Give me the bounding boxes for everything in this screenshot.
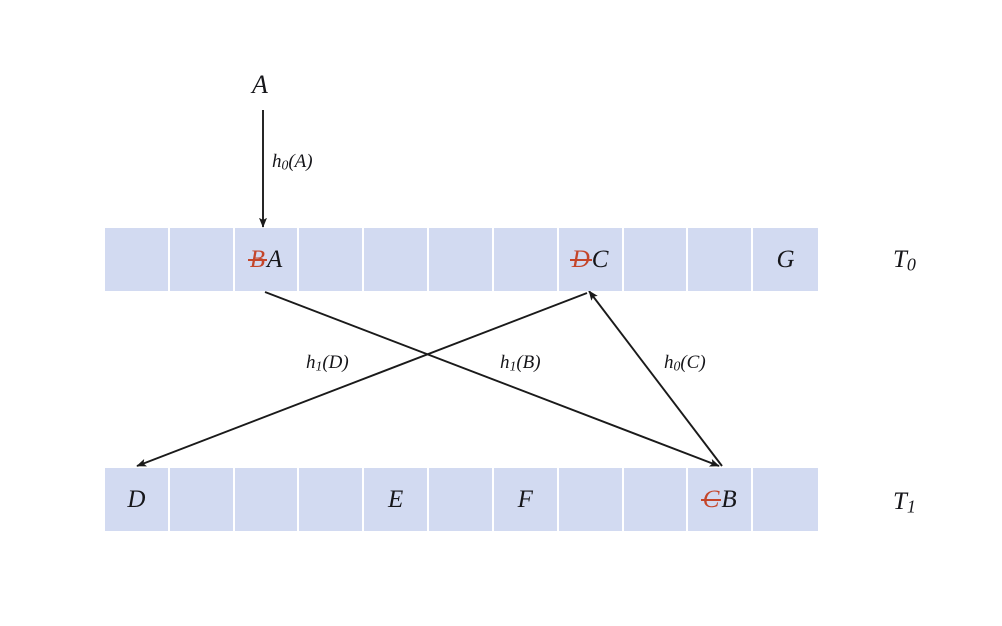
incoming-key-label: A xyxy=(252,70,268,99)
cell-key: C xyxy=(591,246,609,273)
struck-key: D xyxy=(571,246,590,273)
hash-table-t0: BA DC G xyxy=(105,228,818,291)
table-cell[interactable] xyxy=(493,228,559,291)
cell-key: D xyxy=(127,486,146,513)
arrow-layer xyxy=(136,110,723,467)
table-cell[interactable] xyxy=(623,228,689,291)
table-cell[interactable] xyxy=(105,228,170,291)
cell-text: CB xyxy=(703,487,737,512)
table-cell[interactable] xyxy=(429,228,494,291)
table-cell[interactable]: D xyxy=(105,468,170,531)
table-cell[interactable] xyxy=(364,228,430,291)
table-cell[interactable] xyxy=(299,228,365,291)
table-cell[interactable]: BA xyxy=(234,228,300,291)
table-label-t1-sub: 1 xyxy=(906,496,916,517)
edge-label-h0C-arg: (C) xyxy=(680,352,706,373)
table-cell[interactable]: CB xyxy=(688,468,754,531)
table-cell[interactable]: DC xyxy=(558,228,624,291)
table-cell[interactable]: G xyxy=(753,228,818,291)
edge-label-h0C-fn: h xyxy=(664,352,674,373)
edge-label-h1B-fn: h xyxy=(500,352,510,373)
cell-key: G xyxy=(776,246,795,273)
table-label-t0-sub: 0 xyxy=(906,254,916,275)
arrow-h1D xyxy=(136,292,588,467)
struck-key: C xyxy=(702,486,720,513)
edge-label-h0A: h0(A) xyxy=(272,152,313,172)
cell-text: F xyxy=(518,487,533,512)
edge-label-h1D: h1(D) xyxy=(306,353,349,373)
table-cell[interactable] xyxy=(688,228,754,291)
table-cell[interactable] xyxy=(169,468,235,531)
struck-key: B xyxy=(249,246,266,273)
table-cell[interactable] xyxy=(169,228,235,291)
table-label-t0: T0 xyxy=(893,247,916,274)
table-label-t0-letter: T xyxy=(893,246,907,273)
hash-table-t1: D E F CB xyxy=(105,468,818,531)
diagram-canvas: A T0 T1 h0(A) h1(D) h1(B) h0(C) BADCG DE… xyxy=(0,0,1002,626)
cell-text: BA xyxy=(250,247,283,272)
cell-key: B xyxy=(721,486,737,513)
cell-text: DC xyxy=(572,247,609,272)
table-cell[interactable] xyxy=(429,468,494,531)
edge-label-h1D-arg: (D) xyxy=(322,352,349,373)
edge-label-h0C: h0(C) xyxy=(664,353,706,373)
table-cell[interactable] xyxy=(234,468,300,531)
edge-label-h0A-fn: h xyxy=(272,151,282,172)
table-cell[interactable] xyxy=(558,468,624,531)
edge-label-h1D-fn: h xyxy=(306,352,316,373)
table-cell[interactable]: F xyxy=(493,468,559,531)
edge-label-h0A-arg: (A) xyxy=(288,151,313,172)
cell-text: D xyxy=(127,487,145,512)
arrow-h1B xyxy=(264,291,720,467)
table-label-t1-letter: T xyxy=(893,488,907,515)
cell-key: F xyxy=(517,486,533,513)
cell-text: G xyxy=(777,247,795,272)
cell-key: E xyxy=(388,486,404,513)
edge-label-h1B: h1(B) xyxy=(500,353,541,373)
arrow-h0C xyxy=(588,290,723,467)
table-cell[interactable] xyxy=(623,468,689,531)
cell-key: A xyxy=(267,246,283,273)
table-cell[interactable]: E xyxy=(364,468,430,531)
edge-label-h1B-arg: (B) xyxy=(516,352,541,373)
cell-text: E xyxy=(388,487,403,512)
table-cell[interactable] xyxy=(299,468,365,531)
table-cell[interactable] xyxy=(753,468,818,531)
table-label-t1: T1 xyxy=(893,489,916,516)
